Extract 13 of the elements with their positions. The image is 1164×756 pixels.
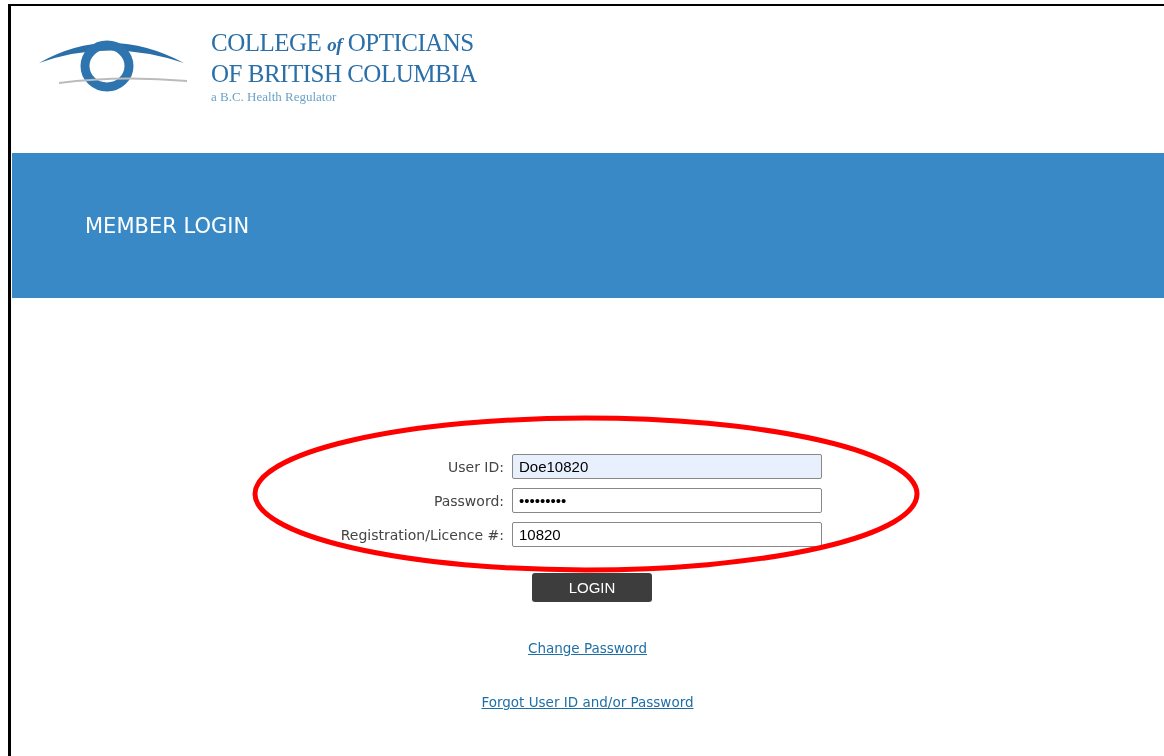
input-field[interactable]: 10820 (512, 522, 822, 547)
input-field[interactable]: ••••••••• (512, 488, 822, 513)
page-title: MEMBER LOGIN (85, 213, 250, 238)
text-link[interactable]: Change Password (527, 640, 647, 656)
field-label: Password: (432, 492, 504, 509)
logo-subtitle: OF BRITISH COLUMBIA (211, 59, 477, 88)
input-field[interactable]: Doe10820 (512, 454, 822, 479)
logo-tagline: a B.C. Health Regulator (211, 89, 338, 105)
field-label: User ID: (447, 458, 504, 475)
login-button[interactable]: LOGIN (532, 573, 652, 602)
field-label: Registration/Licence #: (339, 526, 504, 543)
logo-title: COLLEGE of OPTICIANS (211, 28, 475, 58)
text-link[interactable]: Forgot User ID and/or Password (481, 694, 694, 710)
